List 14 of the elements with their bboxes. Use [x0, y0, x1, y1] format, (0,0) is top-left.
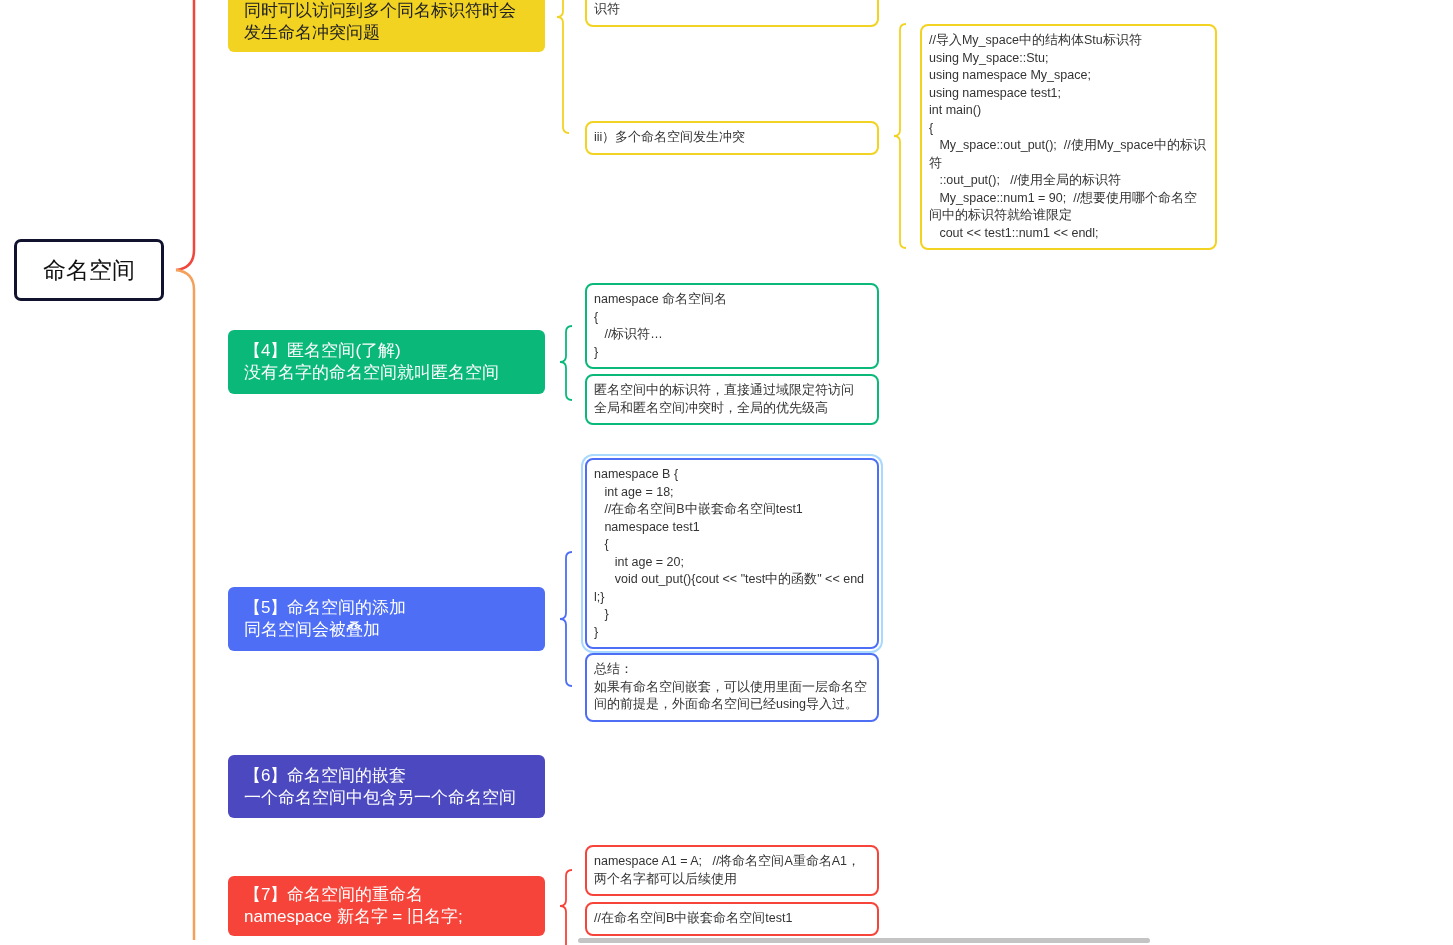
note-box[interactable]: //在命名空间B中嵌套命名空间test1	[585, 902, 879, 936]
note-box[interactable]: 总结： 如果有命名空间嵌套，可以使用里面一层命名空间的前提是，外面命名空间已经using导入过。	[585, 653, 879, 722]
scrollbar[interactable]	[578, 938, 1150, 943]
note-box[interactable]: namespace A1 = A; //将命名空间A重命名A1，两个名字都可以后续使用	[585, 845, 879, 896]
topic-node[interactable]: 【7】命名空间的重命名 namespace 新名字 = 旧名字;	[228, 876, 545, 936]
topic-node[interactable]: 同时可以访问到多个同名标识符时会 发生命名冲突问题	[228, 0, 545, 52]
topic-node[interactable]: 【5】命名空间的添加 同名空间会被叠加	[228, 587, 545, 651]
note-box[interactable]: 识符	[585, 0, 879, 27]
topic-node[interactable]: 【6】命名空间的嵌套 一个命名空间中包含另一个命名空间	[228, 755, 545, 818]
note-box[interactable]: iii）多个命名空间发生冲突	[585, 121, 879, 155]
root-topic[interactable]: 命名空间	[14, 239, 164, 301]
note-box[interactable]: 匿名空间中的标识符，直接通过域限定符访问 全局和匿名空间冲突时，全局的优先级高	[585, 374, 879, 425]
note-box[interactable]: namespace 命名空间名 { //标识符… }	[585, 283, 879, 369]
note-box[interactable]: //导入My_space中的结构体Stu标识符 using My_space::Stu; using namespace My_space; using namespace test1; int main() { My_space::out_put(); //使用My_space中的标识符 ::out_put(); //使用全局的标识符 My_space::num1 = 90; //想要使用哪个命名空间中的标识符就给谁限定 cout << test1::num1 << endl;	[920, 24, 1217, 250]
